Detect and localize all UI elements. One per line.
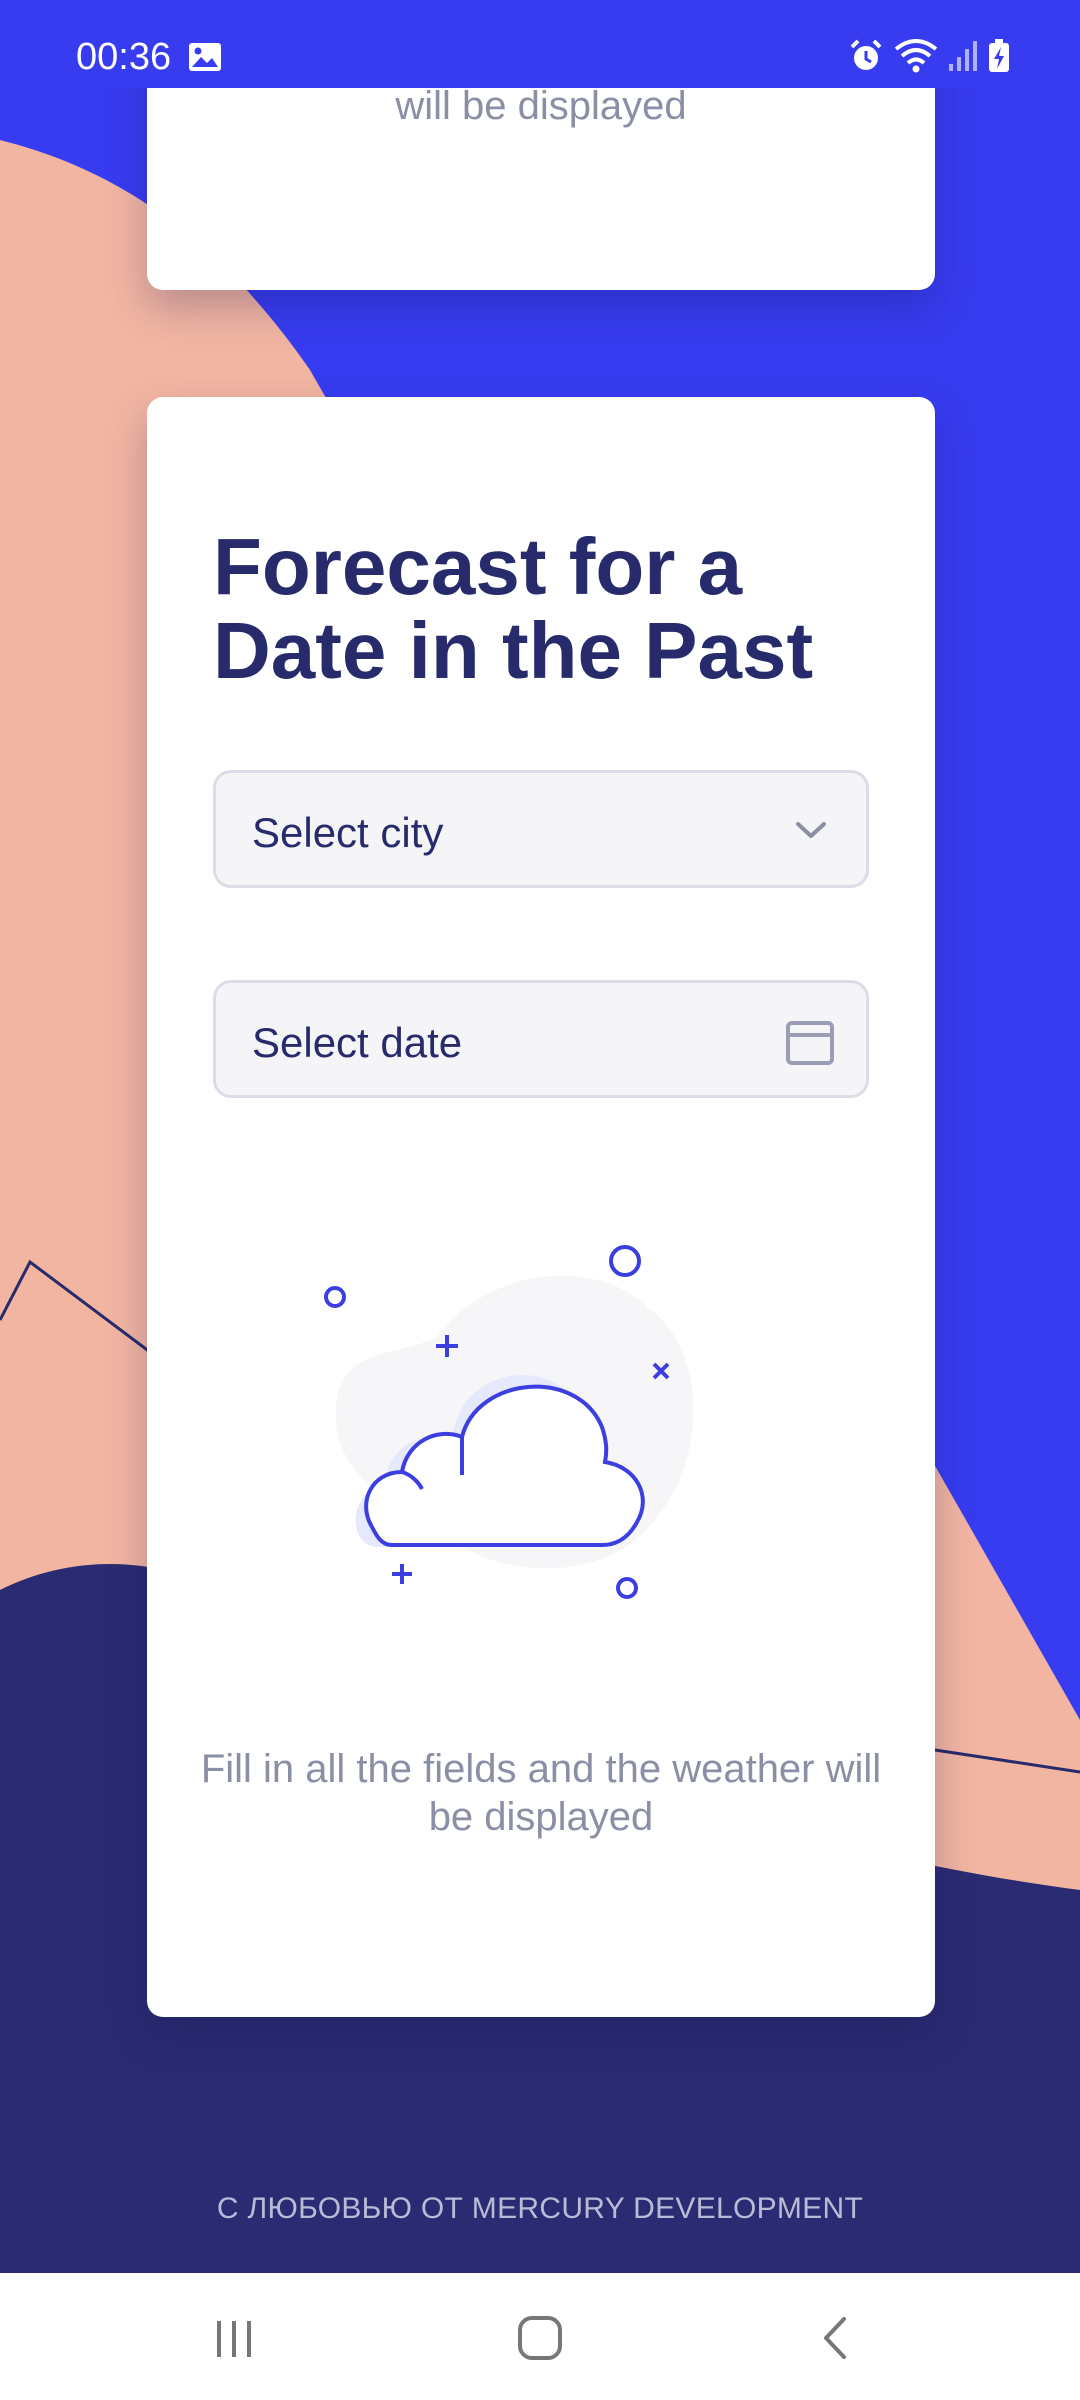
cloud-icon [324, 1245, 694, 1599]
empty-state-hint: Fill in all the fields and the weather w… [200, 1747, 882, 1839]
calendar-icon [784, 1015, 836, 1072]
date-select-placeholder: Select date [252, 1019, 463, 1066]
back-icon[interactable] [816, 2315, 856, 2366]
wifi-icon [894, 39, 938, 78]
recent-apps-icon[interactable] [210, 2315, 260, 2366]
chevron-down-icon [786, 805, 836, 860]
navigation-bar [0, 2273, 1080, 2400]
status-bar: 00:36 [0, 0, 1080, 88]
alarm-icon [848, 38, 884, 79]
forecast-past-card: Forecast for a Date in the Past Select c… [147, 397, 935, 2017]
signal-icon [948, 40, 978, 77]
footer-credit: С ЛЮБОВЬЮ ОТ MERCURY DEVELOPMENT [216, 2192, 864, 2225]
city-select[interactable]: Select city [213, 770, 869, 888]
date-select[interactable]: Select date [213, 980, 869, 1098]
gallery-icon [188, 42, 222, 77]
card-title: Forecast for a Date in the Past [213, 522, 814, 695]
home-icon[interactable] [512, 2315, 568, 2366]
battery-charging-icon [988, 39, 1010, 78]
city-select-placeholder: Select city [252, 809, 444, 856]
status-time: 00:36 [76, 36, 172, 78]
previous-result-message: will be displayed [395, 84, 687, 128]
